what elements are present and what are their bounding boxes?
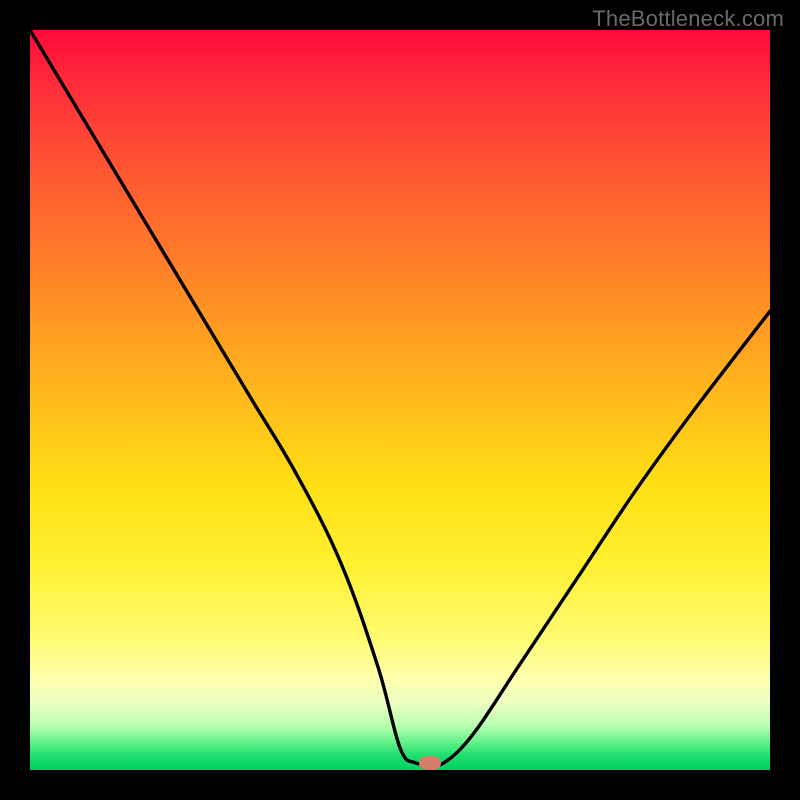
chart-frame: TheBottleneck.com [0,0,800,800]
bottleneck-curve [30,30,770,765]
plot-area [30,30,770,770]
watermark-text: TheBottleneck.com [592,6,784,32]
optimum-marker [419,756,441,770]
curve-svg [30,30,770,770]
